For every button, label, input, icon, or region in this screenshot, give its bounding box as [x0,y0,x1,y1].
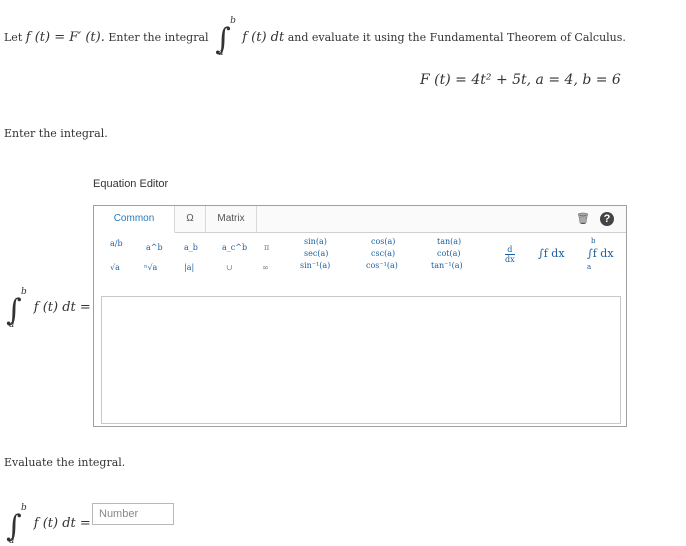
lower-limit: a [9,320,15,330]
cot-button[interactable]: cot(a) [437,249,461,258]
sub-sup-button[interactable]: a_c^b [222,243,247,252]
integral-integrand: f (t) dt = [33,516,91,531]
prompt-enter-text: Enter the integral [108,31,209,44]
tan-button[interactable]: tan(a) [437,237,461,246]
enter-integral-label: Enter the integral. [4,127,108,140]
answer-number-input[interactable] [92,503,174,525]
upper-limit: b [21,503,27,513]
equation-input-area[interactable] [101,296,621,424]
derivative-denominator: dx [505,254,515,264]
lower-limit: a [218,48,224,58]
help-icon[interactable]: ? [600,212,614,226]
power-button[interactable]: a^b [146,243,163,252]
lower-limit: a [9,536,15,546]
csc-button[interactable]: csc(a) [371,249,395,258]
sec-button[interactable]: sec(a) [304,249,328,258]
integral-label-2: ∫ b a f (t) dt = [6,503,91,546]
union-button[interactable]: ∪ [226,263,233,272]
editor-tab-bar: Common Ω Matrix 🗑 ? [94,206,626,233]
prompt-suffix-text: and evaluate it using the Fundamental Th… [287,31,626,44]
sqrt-button[interactable]: √a [110,263,120,272]
integral-integrand: f (t) dt = [33,300,91,315]
cos-button[interactable]: cos(a) [371,237,395,246]
subscript-button[interactable]: a_b [184,243,198,252]
trash-icon[interactable]: 🗑 [576,212,590,226]
integral-symbol: ∫ b a [215,16,236,58]
function-definition: F (t) = 4t² + 5t, a = 4, b = 6 [420,72,621,88]
prompt-definition: f (t) = F′ (t). [25,30,105,45]
abs-button[interactable]: |a| [184,263,194,272]
integral-symbol: ∫ b a [6,287,27,330]
indefinite-integral-button[interactable]: ∫f dx [538,247,565,260]
problem-prompt: Let f (t) = F′ (t). Enter the integral ∫… [4,17,626,58]
upper-limit: b [21,287,27,297]
symbol-palette: a/b √a a^b ⁿ√a a_b |a| a_c^b ∪ π ∞ sin(a… [94,233,626,293]
definite-integral-button[interactable]: ∫f dx b a [587,237,614,271]
derivative-numerator: d [507,245,513,254]
tab-symbols[interactable]: Ω [175,206,206,232]
integral-symbol: ∫ b a [6,503,27,546]
sin-button[interactable]: sin(a) [304,237,327,246]
nthroot-button[interactable]: ⁿ√a [144,263,157,272]
pi-button[interactable]: π [264,243,269,252]
definite-integral-upper: b [591,237,596,245]
upper-limit: b [230,16,236,26]
infinity-button[interactable]: ∞ [262,263,269,272]
equation-editor-title: Equation Editor [93,178,169,190]
tab-matrix[interactable]: Matrix [206,206,257,232]
evaluate-integral-label: Evaluate the integral. [4,456,126,469]
definite-integral-symbol: ∫f dx [587,247,614,260]
integral-label-1: ∫ b a f (t) dt = [6,287,91,330]
prompt-integrand: f (t) dt [242,30,285,45]
prompt-prefix: Let [4,31,23,44]
definite-integral-lower: a [587,263,592,271]
derivative-button[interactable]: d dx [505,245,515,264]
arctan-button[interactable]: tan⁻¹(a) [431,261,463,270]
equation-editor: Common Ω Matrix 🗑 ? a/b √a a^b ⁿ√a a_b |… [93,205,627,427]
tab-common[interactable]: Common [94,206,175,233]
arccos-button[interactable]: cos⁻¹(a) [366,261,398,270]
arcsin-button[interactable]: sin⁻¹(a) [300,261,330,270]
fraction-button[interactable]: a/b [110,239,123,248]
